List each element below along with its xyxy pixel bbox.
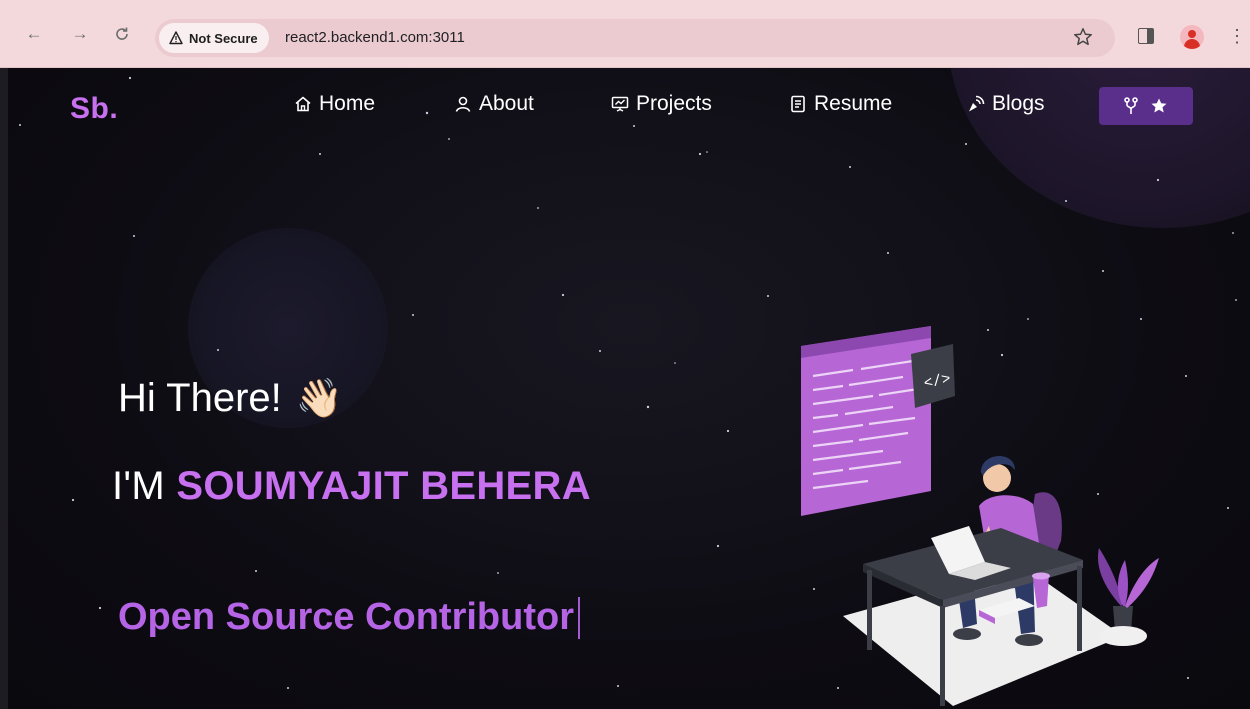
star-icon [1151, 98, 1167, 113]
site-logo[interactable]: Sb. [70, 92, 118, 126]
nav-item-about[interactable]: About [453, 92, 534, 116]
side-panel-icon[interactable] [1138, 28, 1154, 44]
nav-label: Home [319, 92, 376, 115]
projects-icon [611, 96, 629, 112]
fork-icon [1124, 97, 1138, 114]
waving-hand-icon: 👋🏻 [295, 377, 344, 420]
github-fork-button[interactable] [1099, 87, 1193, 125]
intro-prefix: I'M [112, 464, 165, 508]
hero-intro: I'M SOUMYAJIT BEHERA [112, 464, 591, 509]
back-button[interactable]: ← [24, 24, 44, 44]
reload-button[interactable] [112, 24, 132, 44]
nav-label: Projects [636, 92, 712, 115]
developer-illustration: </> [801, 326, 1159, 706]
nav-label: About [479, 92, 534, 115]
nav-item-resume[interactable]: Resume [788, 92, 892, 116]
address-bar[interactable]: Not Secure react2.backend1.com:3011 [155, 19, 1115, 57]
hero-greeting: Hi There! 👋🏻 [118, 376, 343, 421]
resume-icon [791, 95, 805, 113]
profile-avatar[interactable] [1180, 25, 1204, 49]
user-icon [455, 96, 471, 112]
blogs-icon [969, 95, 985, 112]
warning-icon [169, 31, 183, 45]
typing-cursor [578, 596, 580, 639]
forward-button[interactable]: → [70, 24, 90, 44]
reload-icon [116, 27, 128, 40]
portfolio-page: Sb. Home About Projects Resume Blogs Hi … [8, 68, 1250, 709]
bookmark-star-icon[interactable] [1072, 26, 1094, 48]
greeting-text: Hi There! [118, 376, 282, 420]
nav-label: Blogs [992, 92, 1045, 115]
hero-name: SOUMYAJIT BEHERA [176, 464, 591, 508]
nav-item-projects[interactable]: Projects [610, 92, 712, 116]
security-chip[interactable]: Not Secure [159, 23, 269, 53]
typed-role: Open Source Contributor [118, 596, 574, 638]
nav-item-home[interactable]: Home [293, 92, 375, 116]
security-label: Not Secure [189, 30, 258, 46]
nav-label: Resume [814, 92, 893, 115]
home-icon [295, 96, 311, 112]
typewriter-text: Open Source Contributor [118, 596, 580, 639]
nav-item-blogs[interactable]: Blogs [966, 92, 1045, 116]
browser-toolbar: ← → Not Secure react2.backend1.com:3011 … [0, 0, 1250, 68]
window-edge [0, 68, 8, 709]
more-menu-icon[interactable]: ⋮ [1228, 26, 1246, 46]
url-text[interactable]: react2.backend1.com:3011 [285, 29, 465, 46]
